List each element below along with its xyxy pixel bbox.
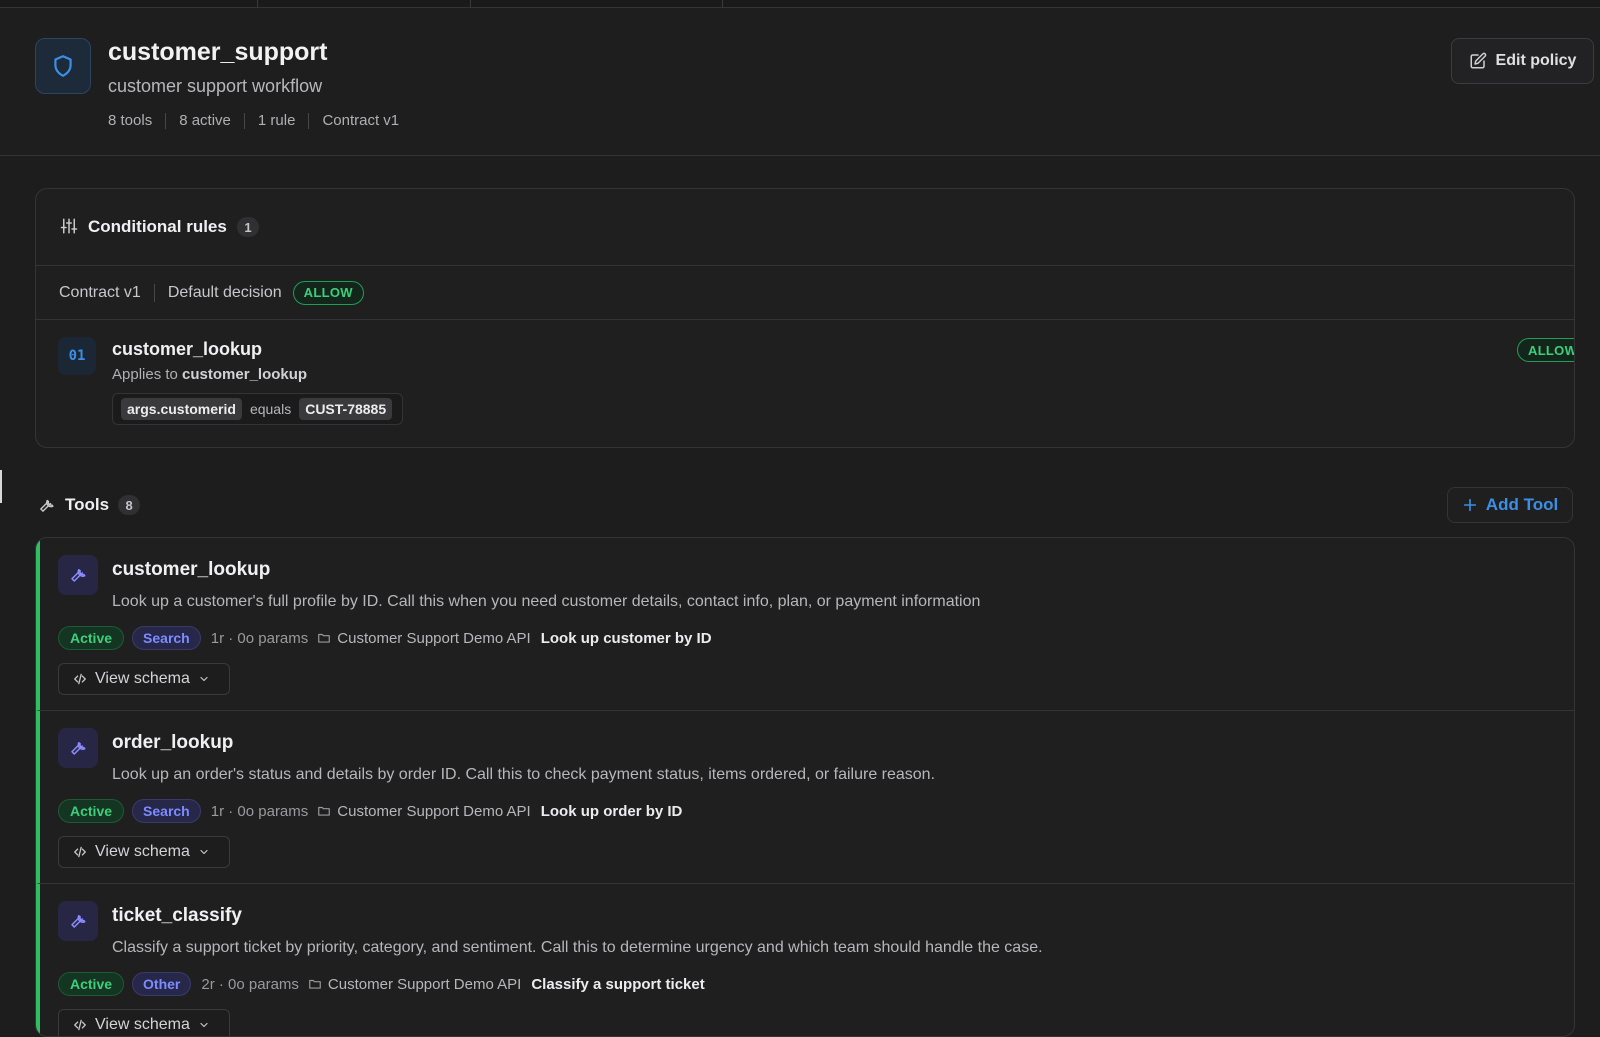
- policy-avatar: [35, 38, 91, 94]
- api-name: Customer Support Demo API: [337, 629, 531, 647]
- tab-segment[interactable]: [0, 0, 258, 7]
- tab-segment[interactable]: [258, 0, 471, 7]
- meta-active-count: 8 active: [179, 112, 231, 129]
- api-name: Customer Support Demo API: [327, 975, 522, 993]
- tool-description: Classify a support ticket by priority, c…: [112, 939, 1043, 956]
- tool-description: Look up a customer's full profile by ID.…: [112, 593, 981, 610]
- tool-meta: Active Search 1r · 0o params Customer Su…: [58, 625, 712, 651]
- operation-name: Classify a support ticket: [531, 975, 705, 993]
- rules-count-badge: 1: [237, 217, 259, 237]
- divider: [308, 112, 310, 129]
- rule-condition: args.customerid equals CUST-78885: [112, 393, 404, 425]
- api-name: Customer Support Demo API: [337, 802, 531, 820]
- tool-meta: Active Search 1r · 0o params Customer Su…: [58, 798, 682, 824]
- wrench-icon: [71, 569, 86, 582]
- condition-field: args.customerid: [121, 398, 242, 420]
- chevron-down-icon: [200, 1022, 208, 1028]
- shield-icon: [54, 55, 72, 77]
- meta-contract: Contract v1: [322, 112, 400, 129]
- wrench-icon: [71, 742, 86, 755]
- plus-icon: [1463, 498, 1476, 512]
- category-badge: Search: [132, 626, 201, 650]
- params-count: 1r · 0o params: [210, 802, 309, 820]
- rules-header: Conditional rules 1: [36, 189, 1574, 266]
- code-icon: [74, 1019, 86, 1031]
- default-decision-badge: ALLOW: [292, 280, 364, 305]
- tool-row: ticket_classify Classify a support ticke…: [36, 884, 1574, 1036]
- tool-avatar: [58, 555, 98, 595]
- rule-decision-badge: ALLOW: [1517, 338, 1574, 362]
- divider: [165, 112, 167, 129]
- status-badge: Active: [58, 626, 125, 650]
- folder-icon: [317, 804, 331, 818]
- contract-row: Contract v1 Default decision ALLOW: [36, 266, 1574, 320]
- edit-policy-button[interactable]: Edit policy: [1451, 38, 1594, 84]
- wrench-icon: [40, 499, 54, 512]
- wrench-icon: [71, 915, 86, 928]
- contract-version: Contract v1: [59, 283, 141, 301]
- tool-meta: Active Other 2r · 0o params Customer Sup…: [58, 971, 705, 997]
- pencil-icon: [1470, 52, 1486, 69]
- rule-index: 01: [58, 337, 96, 375]
- meta-tools-count: 8 tools: [108, 112, 153, 129]
- tool-avatar: [58, 728, 98, 768]
- category-badge: Search: [132, 799, 201, 823]
- tool-name[interactable]: customer_lookup: [112, 559, 270, 581]
- view-schema-label: View schema: [95, 1016, 190, 1033]
- applies-prefix: Applies to: [112, 366, 178, 383]
- tools-title: Tools: [65, 495, 110, 514]
- folder-icon: [317, 631, 331, 645]
- rules-title: Conditional rules: [88, 217, 227, 236]
- view-schema-button[interactable]: View schema: [58, 1009, 230, 1036]
- status-badge: Active: [58, 972, 125, 996]
- status-badge: Active: [58, 799, 125, 823]
- view-schema-label: View schema: [95, 670, 190, 687]
- default-decision-label: Default decision: [167, 283, 282, 301]
- applies-target: customer_lookup: [182, 366, 308, 383]
- policy-header: customer_support customer support workfl…: [0, 8, 1600, 156]
- code-icon: [74, 673, 86, 685]
- policy-meta: 8 tools 8 active 1 rule Contract v1: [108, 112, 399, 129]
- folder-icon: [308, 977, 322, 991]
- add-tool-button[interactable]: Add Tool: [1447, 487, 1573, 523]
- tool-description: Look up an order's status and details by…: [112, 766, 936, 783]
- page-subtitle: customer support workflow: [108, 76, 323, 96]
- view-schema-button[interactable]: View schema: [58, 663, 230, 695]
- tab-segment[interactable]: [471, 0, 723, 7]
- tool-name[interactable]: ticket_classify: [112, 905, 242, 927]
- view-schema-button[interactable]: View schema: [58, 836, 230, 868]
- divider: [243, 112, 245, 129]
- tool-name[interactable]: order_lookup: [112, 732, 233, 754]
- operation-name: Look up order by ID: [540, 802, 683, 820]
- tools-list: customer_lookup Look up a customer's ful…: [35, 537, 1575, 1037]
- browser-tab-strip: [0, 0, 1600, 8]
- sliders-icon: [60, 218, 78, 234]
- conditional-rules-card: Conditional rules 1 Contract v1 Default …: [35, 188, 1575, 448]
- tool-row: order_lookup Look up an order's status a…: [36, 711, 1574, 884]
- chevron-down-icon: [200, 676, 208, 682]
- chevron-down-icon: [200, 849, 208, 855]
- view-schema-label: View schema: [95, 843, 190, 860]
- condition-operator: equals: [249, 401, 292, 417]
- condition-value: CUST-78885: [299, 398, 393, 420]
- operation-name: Look up customer by ID: [540, 629, 712, 647]
- rule-name[interactable]: customer_lookup: [112, 339, 262, 360]
- tools-count-badge: 8: [118, 495, 141, 515]
- category-badge: Other: [132, 972, 192, 996]
- rule-applies-to: Applies to customer_lookup: [112, 366, 307, 383]
- tools-header: Tools 8: [38, 495, 141, 515]
- page-title: customer_support: [108, 38, 328, 66]
- add-tool-label: Add Tool: [1485, 495, 1559, 514]
- meta-rule-count: 1 rule: [257, 112, 296, 129]
- params-count: 1r · 0o params: [210, 629, 309, 647]
- edit-policy-label: Edit policy: [1495, 52, 1577, 69]
- text-cursor: [0, 470, 2, 503]
- divider: [153, 283, 155, 302]
- tool-row: customer_lookup Look up a customer's ful…: [36, 538, 1574, 711]
- params-count: 2r · 0o params: [201, 975, 299, 993]
- code-icon: [74, 846, 86, 858]
- tool-avatar: [58, 901, 98, 941]
